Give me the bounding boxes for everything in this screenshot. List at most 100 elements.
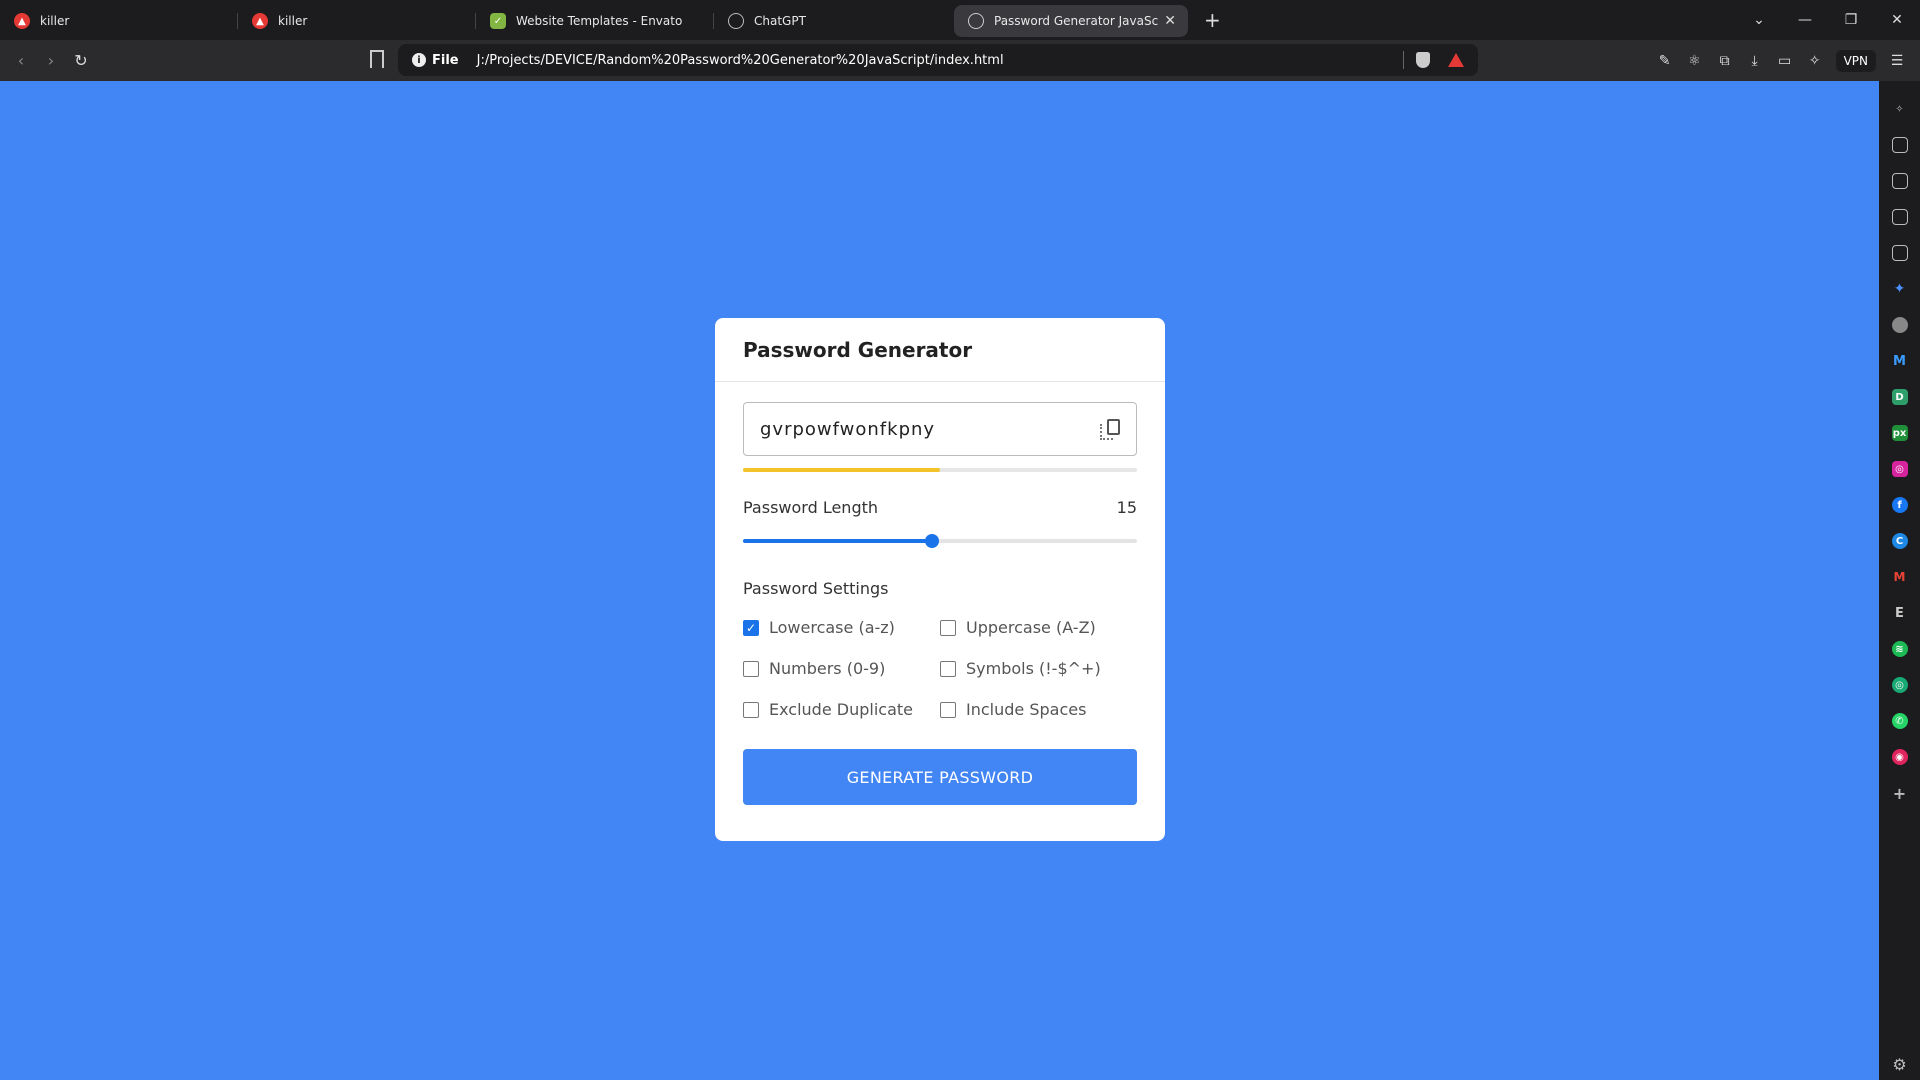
tab-2[interactable]: ✓ Website Templates - Envato [476,5,714,37]
sparkle-icon[interactable]: ✦ [1892,281,1908,297]
tab-title: Password Generator JavaScript [994,14,1159,28]
minimize-icon[interactable]: — [1782,12,1828,28]
option-uppercase[interactable]: Uppercase (A-Z) [940,618,1137,637]
length-label: Password Length [743,498,879,517]
close-window-icon[interactable]: ✕ [1874,12,1920,28]
react-devtools-icon[interactable]: ⚛ [1680,53,1710,69]
browser-toolbar: ‹ › ↻ i File J:/Projects/DEVICE/Random%2… [0,40,1920,81]
back-arrow-icon[interactable]: ‹ [6,51,36,70]
option-label: Include Spaces [966,700,1087,719]
strength-fill [743,468,940,472]
chatgpt-icon [728,13,744,29]
gear-icon[interactable]: ⚙ [1892,1055,1906,1074]
option-lowercase[interactable]: ✓ Lowercase (a-z) [743,618,940,637]
option-symbols[interactable]: Symbols (!-$^+) [940,659,1137,678]
tab-3[interactable]: ChatGPT [714,5,952,37]
password-display [743,402,1137,456]
exclude-duplicate-checkbox[interactable] [743,701,759,718]
toolbar-right: ✎ ⚛ ⧉ ⤓ ▭ ✧ VPN ☰ [1650,40,1920,81]
download-icon[interactable]: ⤓ [1740,53,1770,69]
option-label: Numbers (0-9) [769,659,886,678]
envato-leaf-icon: ✓ [490,13,506,29]
whatsapp-icon[interactable]: ✆ [1891,713,1908,729]
leo-ai-icon[interactable]: ✧ [1800,53,1830,69]
info-icon[interactable]: i [412,53,426,67]
close-tab-icon[interactable]: ✕ [1164,13,1176,29]
e-app-icon[interactable]: E [1892,605,1908,621]
extensions-icon[interactable]: ⧉ [1710,53,1740,69]
tab-search-chevron-icon[interactable]: ⌄ [1736,12,1782,28]
menu-icon[interactable]: ☰ [1882,53,1912,69]
password-strength-bar [743,468,1137,472]
reading-list-icon[interactable] [1891,245,1908,261]
facebook-icon[interactable]: f [1891,497,1908,513]
browser-sidebar: ✧ ✦ M D px ◎ f C M E ≋ ◎ ✆ ◉ + ⚙ [1879,81,1920,1080]
bookmarks-sidebar-icon[interactable] [1891,209,1908,225]
video-icon[interactable] [1891,137,1908,153]
color-picker-icon[interactable]: ✎ [1650,53,1680,69]
option-label: Symbols (!-$^+) [966,659,1101,678]
tab-strip: ▲ killer ▲ killer ✓ Website Templates - … [0,0,1920,40]
wallet-sidebar-icon[interactable] [1891,173,1908,189]
lowercase-checkbox[interactable]: ✓ [743,619,759,636]
length-slider[interactable] [743,533,1137,549]
card-body: Password Length 15 Password Settings ✓ L… [715,382,1165,805]
option-label: Lowercase (a-z) [769,618,895,637]
tab-1[interactable]: ▲ killer [238,5,476,37]
messenger-icon[interactable]: ◉ [1891,749,1908,765]
card-header: Password Generator [715,318,1165,382]
settings-label: Password Settings [743,579,889,598]
gmail-icon[interactable]: M [1892,569,1908,585]
brave-lion-icon: ▲ [14,13,30,29]
add-sidebar-icon[interactable]: + [1892,784,1908,803]
url-scheme: File [432,52,459,68]
length-row: Password Length 15 [743,498,1137,517]
url-text[interactable]: J:/Projects/DEVICE/Random%20Password%20G… [477,53,1391,68]
new-tab-icon[interactable]: + [1204,8,1221,32]
address-bar[interactable]: i File J:/Projects/DEVICE/Random%20Passw… [398,44,1478,76]
generate-password-button[interactable]: GENERATE PASSWORD [743,749,1137,805]
brave-shield-icon[interactable] [1416,52,1430,68]
length-value: 15 [1116,498,1137,517]
copy-icon[interactable] [1100,419,1120,441]
symbols-checkbox[interactable] [940,660,956,677]
url-divider [1403,51,1404,69]
option-label: Exclude Duplicate [769,700,913,719]
px-icon[interactable]: px [1891,425,1908,441]
leo-sidebar-icon[interactable]: ✧ [1892,101,1908,117]
wallet-icon[interactable]: ▭ [1770,53,1800,69]
m-logo-icon[interactable]: M [1892,353,1908,369]
tab-0[interactable]: ▲ killer [0,5,238,37]
tab-title: Website Templates - Envato [516,14,683,28]
tab-title: ChatGPT [754,14,806,28]
password-input[interactable] [760,418,1080,440]
reload-icon[interactable]: ↻ [66,51,96,70]
c-app-icon[interactable]: C [1891,533,1908,549]
option-include-spaces[interactable]: Include Spaces [940,700,1137,719]
vpn-button[interactable]: VPN [1835,49,1876,72]
slider-track-fill [743,539,932,543]
app-green-icon[interactable]: D [1891,389,1908,405]
tab-4-active[interactable]: Password Generator JavaScript ✕ [954,5,1188,37]
spotify-icon[interactable]: ≋ [1891,641,1908,657]
window-controls: ⌄ — ❐ ✕ [1736,0,1920,40]
chat-app-icon[interactable]: ◎ [1891,677,1908,693]
option-numbers[interactable]: Numbers (0-9) [743,659,940,678]
forward-arrow-icon[interactable]: › [36,51,66,70]
site-icon[interactable] [1891,317,1908,333]
bookmark-icon[interactable] [370,50,384,68]
brave-lion-icon: ▲ [252,13,268,29]
page-viewport: Password Generator Password Length 15 [0,81,1879,1080]
settings-options: ✓ Lowercase (a-z) Uppercase (A-Z) Number… [743,618,1137,719]
brave-rewards-icon[interactable] [1448,53,1464,67]
numbers-checkbox[interactable] [743,660,759,677]
uppercase-checkbox[interactable] [940,619,956,636]
include-spaces-checkbox[interactable] [940,701,956,718]
app-title: Password Generator [743,337,973,362]
instagram-icon[interactable]: ◎ [1891,461,1908,477]
globe-icon [968,13,984,29]
option-label: Uppercase (A-Z) [966,618,1096,637]
option-exclude-duplicate[interactable]: Exclude Duplicate [743,700,940,719]
restore-icon[interactable]: ❐ [1828,12,1874,28]
slider-thumb[interactable] [925,534,939,548]
